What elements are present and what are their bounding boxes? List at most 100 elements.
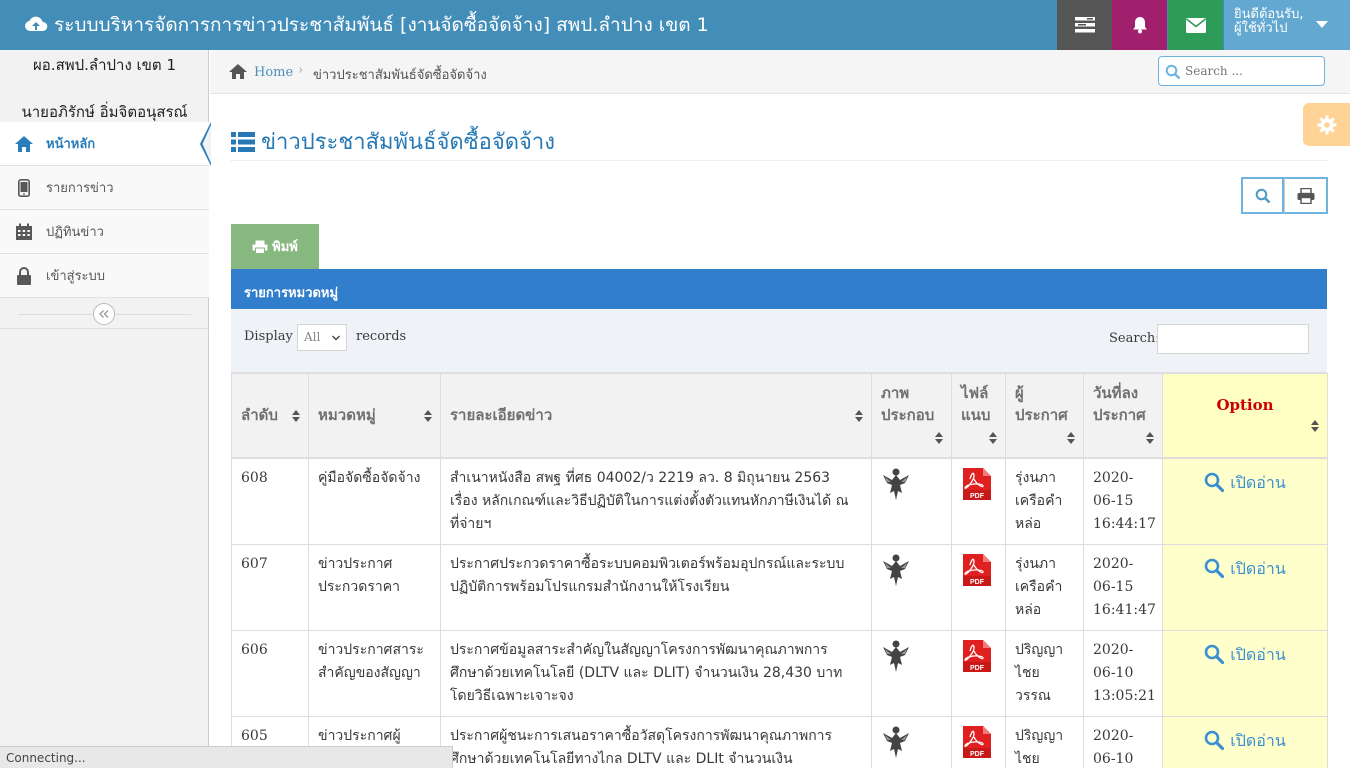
garuda-emblem-icon[interactable] — [881, 725, 911, 759]
open-read-link[interactable]: เปิดอ่าน — [1204, 643, 1286, 666]
lock-icon — [14, 266, 34, 286]
navbar: ระบบบริหารจัดการการข่าวประชาสัมพันธ์ [งา… — [0, 0, 1350, 50]
sidebar-item-calendar[interactable]: ปฏิทินข่าว — [0, 210, 209, 254]
records-label: records — [356, 329, 407, 344]
table-row: 608 คู่มือจัดซื้อจัดจ้าง สำเนาหนังสือ สพ… — [231, 457, 1328, 545]
table-row: 607 ข่าวประกาศประกวดราคา ประกาศประกวดราค… — [231, 543, 1328, 631]
sidebar-item-label: หน้าหลัก — [46, 137, 96, 152]
user-menu[interactable]: ยินดีต้อนรับ, ผู้ใช้ทั่วไป — [1224, 0, 1350, 50]
garuda-emblem-icon[interactable] — [881, 639, 911, 673]
sidebar: ผอ.สพป.ลำปาง เขต 1 นายอภิรักษ์ อิ่มจิตอน… — [0, 50, 211, 768]
welcome-text: ยินดีต้อนรับ, — [1234, 7, 1304, 22]
table-caption: รายการหมวดหมู่ — [231, 269, 1327, 309]
gear-icon — [1317, 115, 1336, 134]
column-header-file[interactable]: ไฟล์แนบ — [951, 373, 1006, 459]
app-title: ระบบบริหารจัดการการข่าวประชาสัมพันธ์ [งา… — [54, 14, 709, 36]
column-header-option[interactable]: Option — [1162, 373, 1328, 459]
sidebar-nav: หน้าหลัก รายการข่าว ปฏิทินข่าว เข้าสู่ระ… — [0, 122, 211, 298]
column-header-date[interactable]: วันที่ลงประกาศ — [1083, 373, 1163, 459]
search-icon — [1204, 558, 1225, 578]
search-icon — [1255, 188, 1270, 203]
open-read-label: เปิดอ่าน — [1230, 644, 1286, 664]
cell-category: คู่มือจัดซื้อจัดจ้าง — [308, 457, 441, 545]
search-label: Search: — [1109, 331, 1160, 346]
table-header-row: ลำดับ หมวดหมู่ รายละเอียดข่าว ภาพประกอบ … — [231, 373, 1328, 459]
table-row: 606 ข่าวประกาศสาระสำคัญของสัญญา ประกาศข้… — [231, 629, 1328, 717]
sort-icon — [292, 410, 300, 422]
column-header-author[interactable]: ผู้ประกาศ — [1005, 373, 1084, 459]
svg-text:PDF: PDF — [970, 751, 985, 758]
open-read-label: เปิดอ่าน — [1230, 730, 1286, 750]
search-icon — [1165, 64, 1181, 80]
print-icon — [252, 240, 268, 254]
breadcrumb-home[interactable]: Home — [228, 63, 293, 81]
cell-image — [871, 629, 952, 717]
tasks-button[interactable] — [1057, 0, 1112, 50]
sort-icon — [1311, 420, 1319, 432]
sort-icon — [989, 432, 997, 444]
print-icon — [1297, 187, 1314, 204]
envelope-icon — [1185, 17, 1206, 33]
garuda-emblem-icon[interactable] — [881, 467, 911, 501]
cell-no: 606 — [231, 629, 309, 717]
list-icon — [231, 131, 255, 152]
page-title: ข่าวประชาสัมพันธ์จัดซื้อจัดจ้าง — [231, 124, 555, 159]
cell-option: เปิดอ่าน — [1162, 457, 1328, 545]
search-icon — [1204, 644, 1225, 664]
cell-date: 2020-06-15 16:41:47 — [1083, 543, 1163, 631]
pdf-file-icon[interactable]: PDF — [961, 553, 993, 587]
column-header-category[interactable]: หมวดหมู่ — [308, 373, 441, 459]
table-search-button[interactable] — [1241, 177, 1284, 214]
cell-date: 2020-06-10 13:05:21 — [1083, 629, 1163, 717]
tasks-icon — [1074, 17, 1095, 33]
svg-text:PDF: PDF — [970, 579, 985, 586]
print-tab[interactable]: พิมพ์ — [231, 224, 319, 269]
user-role: ผู้ใช้ทั่วไป — [1234, 21, 1288, 36]
cell-author: ปริญญา ไชย — [1005, 715, 1084, 768]
messages-button[interactable] — [1168, 0, 1223, 50]
cell-detail: สำเนาหนังสือ สพฐ ที่ศธ 04002/ว 2219 ลว. … — [440, 457, 872, 545]
cell-detail: ประกาศประกวดราคาซื้อระบบคอมพิวเตอร์พร้อม… — [440, 543, 872, 631]
svg-text:PDF: PDF — [970, 665, 985, 672]
garuda-emblem-icon[interactable] — [881, 553, 911, 587]
breadcrumb-current: ข่าวประชาสัมพันธ์จัดซื้อจัดจ้าง — [313, 68, 487, 83]
sidebar-item-home[interactable]: หน้าหลัก — [0, 122, 211, 166]
double-angle-left-icon — [99, 310, 109, 318]
display-select[interactable]: All — [297, 324, 347, 351]
open-read-link[interactable]: เปิดอ่าน — [1204, 557, 1286, 580]
cell-file: PDF — [951, 543, 1006, 631]
nav-search-input[interactable] — [1185, 61, 1320, 81]
open-read-link[interactable]: เปิดอ่าน — [1204, 729, 1286, 752]
notifications-button[interactable] — [1112, 0, 1167, 50]
table-search-input[interactable] — [1157, 324, 1309, 354]
divider — [231, 160, 1327, 161]
column-header-no[interactable]: ลำดับ — [231, 373, 309, 459]
cell-file: PDF — [951, 629, 1006, 717]
sidebar-item-login[interactable]: เข้าสู่ระบบ — [0, 254, 209, 298]
cell-category: ข่าวประกาศประกวดราคา — [308, 543, 441, 631]
page-title-text: ข่าวประชาสัมพันธ์จัดซื้อจัดจ้าง — [261, 130, 556, 155]
cell-category: ข่าวประกาศสาระสำคัญของสัญญา — [308, 629, 441, 717]
sidebar-collapse-button[interactable] — [93, 303, 115, 325]
sidebar-item-news-list[interactable]: รายการข่าว — [0, 166, 209, 210]
home-icon — [14, 134, 34, 154]
sidebar-person: นายอภิรักษ์ อิ่มจิตอนุสรณ์ — [21, 103, 188, 121]
breadcrumb-separator: › — [298, 63, 304, 78]
column-header-image[interactable]: ภาพประกอบ — [871, 373, 952, 459]
column-header-detail[interactable]: รายละเอียดข่าว — [440, 373, 872, 459]
pdf-file-icon[interactable]: PDF — [961, 725, 993, 759]
display-label: Display — [244, 329, 293, 344]
display-select-value: All — [304, 330, 321, 344]
open-read-link[interactable]: เปิดอ่าน — [1204, 471, 1286, 494]
settings-toggle[interactable] — [1303, 103, 1350, 146]
pdf-file-icon[interactable]: PDF — [961, 467, 993, 501]
sidebar-item-label: ปฏิทินข่าว — [46, 225, 104, 240]
sidebar-org: ผอ.สพป.ลำปาง เขต 1 — [33, 56, 176, 74]
app-brand[interactable]: ระบบบริหารจัดการการข่าวประชาสัมพันธ์ [งา… — [24, 0, 709, 50]
sidebar-collapse — [0, 299, 209, 329]
cell-no: 608 — [231, 457, 309, 545]
table-controls: Display All records Search: — [231, 309, 1327, 373]
cell-author: ปริญญา ไชยวรรณ — [1005, 629, 1084, 717]
pdf-file-icon[interactable]: PDF — [961, 639, 993, 673]
table-print-button[interactable] — [1284, 177, 1328, 214]
